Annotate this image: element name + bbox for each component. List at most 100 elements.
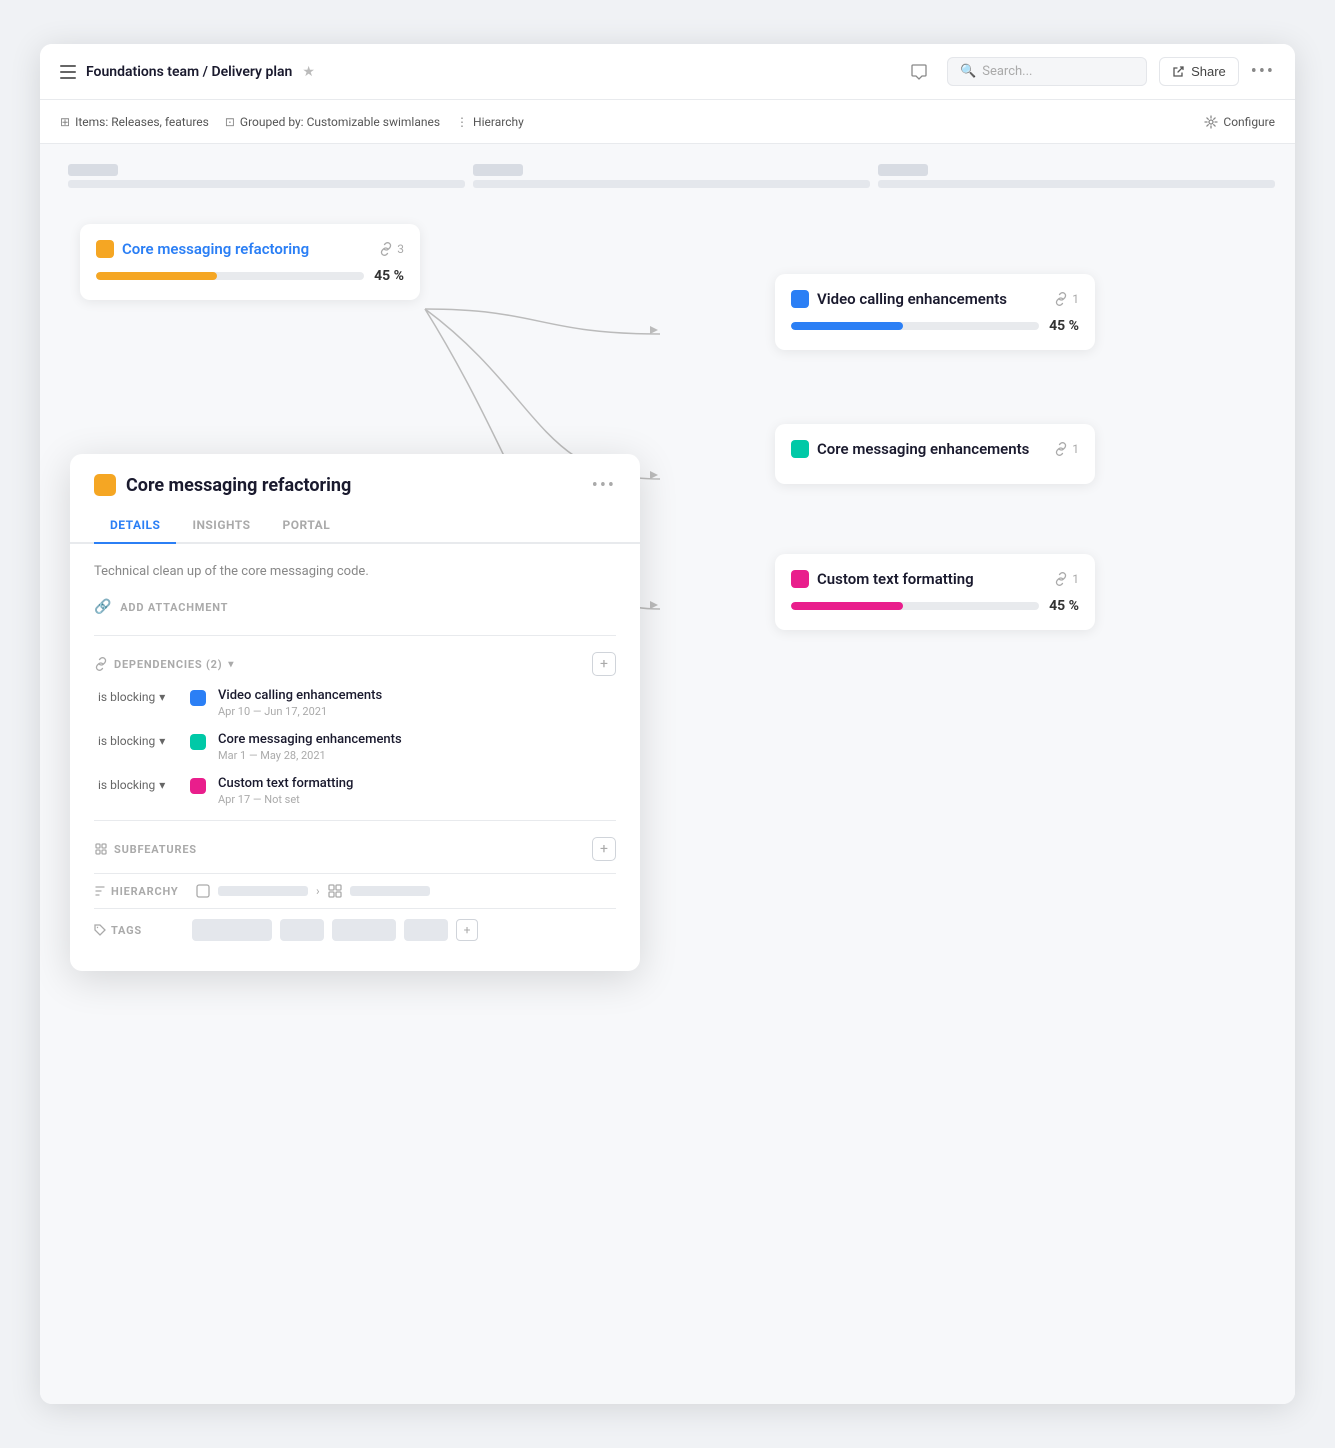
- toolbar: ⊞ Items: Releases, features ⊡ Grouped by…: [40, 100, 1295, 144]
- timeline-subbar-2: [473, 180, 870, 188]
- hierarchy-filter[interactable]: ⋮ Hierarchy: [456, 115, 524, 129]
- more-options-icon[interactable]: •••: [1251, 61, 1275, 82]
- hierarchy-row: HIERARCHY ›: [94, 873, 616, 908]
- bg-card-custom-text[interactable]: Custom text formatting 1 45 %: [775, 554, 1095, 630]
- toolbar-left: ⊞ Items: Releases, features ⊡ Grouped by…: [60, 115, 524, 129]
- progress-bar-bg-4: [791, 602, 1039, 610]
- dep-item-core-enh: is blocking ▾ Core messaging enhancement…: [94, 732, 616, 762]
- card-links-count-2: 1: [1072, 292, 1079, 306]
- tag-3: [332, 919, 396, 941]
- progress-row: 45 %: [96, 268, 404, 284]
- tabs-row: DETAILS INSIGHTS PORTAL: [70, 508, 640, 544]
- card-title-row-4: Custom text formatting: [791, 570, 974, 588]
- tab-insights[interactable]: INSIGHTS: [176, 508, 266, 544]
- detail-panel-header: Core messaging refactoring •••: [70, 454, 640, 496]
- add-subfeature-button[interactable]: +: [592, 837, 616, 861]
- card-title-row: Core messaging refactoring: [96, 240, 309, 258]
- progress-pct-2: 45 %: [1049, 318, 1079, 334]
- tags-label: TAGS: [94, 924, 184, 937]
- card-title: Core messaging refactoring: [122, 240, 309, 258]
- tab-details[interactable]: DETAILS: [94, 508, 176, 544]
- breadcrumb: Foundations team / Delivery plan: [86, 64, 292, 80]
- dep-dot-blue: [190, 690, 206, 706]
- dep-name-2: Core messaging enhancements: [218, 732, 402, 747]
- add-tag-button[interactable]: +: [456, 919, 478, 941]
- timeline-col-2: [465, 164, 870, 188]
- main-container: Foundations team / Delivery plan ★ 🔍 Sea…: [40, 44, 1295, 1404]
- detail-content: Technical clean up of the core messaging…: [70, 544, 640, 971]
- add-dependency-button[interactable]: +: [592, 652, 616, 676]
- card-links-4: 1: [1054, 572, 1079, 586]
- dep-arrow-3: ▾: [159, 778, 165, 792]
- menu-icon[interactable]: [60, 65, 76, 79]
- search-bar[interactable]: 🔍 Search...: [947, 57, 1147, 86]
- dep-dot-teal: [190, 734, 206, 750]
- dep-info-2: Core messaging enhancements Mar 1 — May …: [218, 732, 402, 762]
- card-title-3: Core messaging enhancements: [817, 440, 1029, 458]
- card-links-count-3: 1: [1072, 442, 1079, 456]
- progress-bar-bg: [96, 272, 364, 280]
- hier-arrow-icon: ›: [316, 884, 320, 898]
- tag-4: [404, 919, 448, 941]
- card-dot-blue: [791, 290, 809, 308]
- card-dot-teal: [791, 440, 809, 458]
- hierarchy-icon: ⋮: [456, 115, 468, 129]
- dep-dates-3: Apr 17 — Not set: [218, 793, 353, 806]
- dep-arrow-2: ▾: [159, 734, 165, 748]
- dep-relation-1[interactable]: is blocking ▾: [98, 688, 178, 704]
- dep-dates-1: Apr 10 — Jun 17, 2021: [218, 705, 382, 718]
- card-header-3: Core messaging enhancements 1: [791, 440, 1079, 458]
- dep-relation-3[interactable]: is blocking ▾: [98, 776, 178, 792]
- timeline-col-1: [60, 164, 465, 188]
- timeline-col-3: [870, 164, 1275, 188]
- dep-info-3: Custom text formatting Apr 17 — Not set: [218, 776, 353, 806]
- tab-portal[interactable]: PORTAL: [267, 508, 347, 544]
- card-header-4: Custom text formatting 1: [791, 570, 1079, 588]
- tag-2: [280, 919, 324, 941]
- timeline-label-1: [68, 164, 118, 176]
- card-header-2: Video calling enhancements 1: [791, 290, 1079, 308]
- card-links-count: 3: [397, 242, 404, 256]
- progress-row-4: 45 %: [791, 598, 1079, 614]
- progress-pct-4: 45 %: [1049, 598, 1079, 614]
- dep-dates-2: Mar 1 — May 28, 2021: [218, 749, 402, 762]
- subfeatures-header: SUBFEATURES +: [94, 837, 616, 861]
- clip-icon: 🔗: [94, 599, 112, 615]
- timeline-header: [60, 164, 1275, 188]
- grouped-filter[interactable]: ⊡ Grouped by: Customizable swimlanes: [225, 115, 440, 129]
- card-header: Core messaging refactoring 3: [96, 240, 404, 258]
- card-links-2: 1: [1054, 292, 1079, 306]
- chat-icon[interactable]: [903, 56, 935, 88]
- configure-label: Configure: [1223, 115, 1275, 129]
- card-title-4: Custom text formatting: [817, 570, 974, 588]
- timeline-label-2: [473, 164, 523, 176]
- dep-relation-2[interactable]: is blocking ▾: [98, 732, 178, 748]
- items-filter[interactable]: ⊞ Items: Releases, features: [60, 115, 209, 129]
- share-button[interactable]: Share: [1159, 57, 1239, 86]
- tag-1: [192, 919, 272, 941]
- dep-name-1: Video calling enhancements: [218, 688, 382, 703]
- hierarchy-label: Hierarchy: [473, 115, 524, 129]
- progress-pct: 45 %: [374, 268, 404, 284]
- tags-label-text: TAGS: [111, 924, 142, 937]
- bg-card-video-calling[interactable]: Video calling enhancements 1 45 %: [775, 274, 1095, 350]
- detail-title: Core messaging refactoring: [126, 475, 351, 496]
- star-icon[interactable]: ★: [302, 64, 315, 80]
- tags-row: TAGS +: [94, 908, 616, 951]
- search-icon: 🔍: [960, 64, 976, 79]
- card-links-count-4: 1: [1072, 572, 1079, 586]
- bg-card-core-messaging[interactable]: Core messaging refactoring 3 45 %: [80, 224, 420, 300]
- detail-dot: [94, 474, 116, 496]
- dep-name-3: Custom text formatting: [218, 776, 353, 791]
- bg-card-core-messaging-enh[interactable]: Core messaging enhancements 1: [775, 424, 1095, 484]
- dependencies-header: DEPENDENCIES (2) ▾ +: [94, 652, 616, 676]
- section-title-row[interactable]: DEPENDENCIES (2) ▾: [94, 657, 234, 671]
- configure-button[interactable]: Configure: [1204, 115, 1275, 129]
- detail-more-icon[interactable]: •••: [592, 475, 616, 496]
- search-placeholder: Search...: [982, 64, 1032, 79]
- progress-fill-pink: [791, 602, 903, 610]
- add-attachment-row[interactable]: 🔗 ADD ATTACHMENT: [94, 599, 616, 615]
- card-dot-pink: [791, 570, 809, 588]
- timeline-label-3: [878, 164, 928, 176]
- subfeatures-title-row[interactable]: SUBFEATURES: [94, 842, 197, 856]
